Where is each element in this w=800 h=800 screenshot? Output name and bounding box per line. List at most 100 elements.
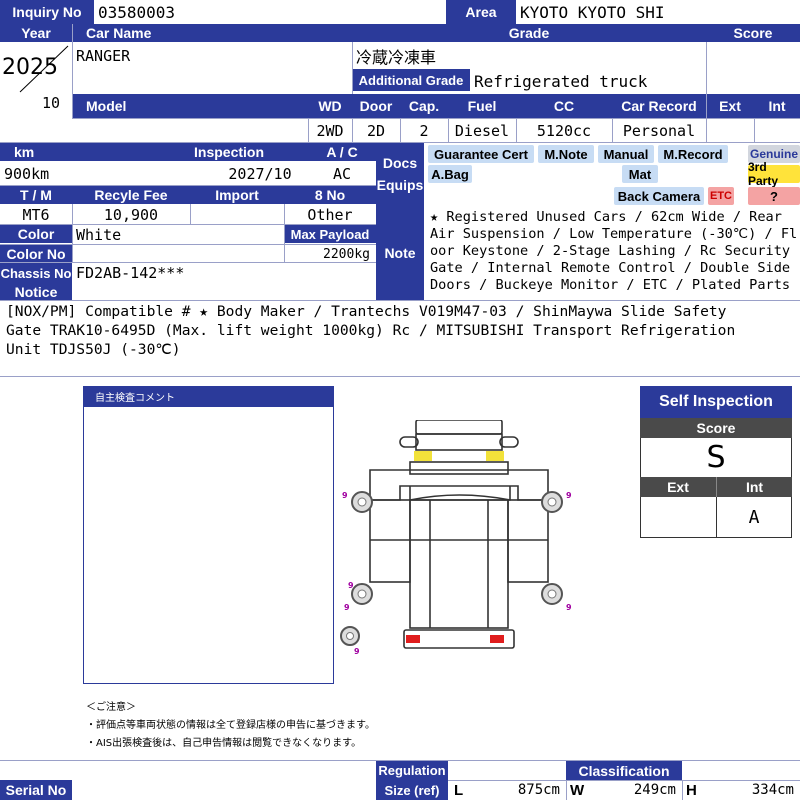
additional-grade-label: Additional Grade (352, 69, 470, 91)
notice-line: Unit TDJS50J (-30℃) (6, 341, 181, 358)
equip-guarantee-cert: Guarantee Cert (428, 145, 534, 163)
front-light-right-mark (486, 451, 504, 461)
month-value: 10 (42, 94, 61, 112)
h-value: 334cm (751, 782, 794, 798)
color-no-label: Color No (0, 245, 72, 263)
self-inspection-title: Self Inspection (640, 386, 792, 418)
note-line: Air Suspension / Low Temperature (-30℃) … (430, 226, 798, 242)
rear-light-left-mark (406, 635, 420, 643)
self-inspection-score: S (706, 439, 726, 475)
equip-a-bag: A.Bag (428, 165, 472, 183)
h-label: H (686, 781, 697, 799)
area-label: Area (446, 0, 516, 24)
grid-line (0, 142, 800, 143)
km-value: 900km (4, 165, 50, 183)
grid-line (284, 204, 285, 262)
wd-label: WD (308, 94, 352, 118)
model-label: Model (72, 94, 308, 118)
equip-manual: Manual (598, 145, 654, 163)
grid-line (566, 780, 567, 800)
grid-line (72, 204, 73, 262)
fuel-value: Diesel (454, 121, 510, 140)
self-comment-box (83, 406, 334, 684)
car-name-value: RANGER (76, 47, 131, 65)
tire-mark-text: 9 (344, 603, 350, 612)
caution-line-2: ・AIS出張検査後は、自己申告情報は閲覧できなくなります。 (86, 738, 362, 749)
year-slash (19, 45, 69, 93)
grid-line (612, 118, 613, 142)
notice-line: [NOX/PM] Compatible # ★ Body Maker / Tra… (6, 303, 727, 320)
note-line: Doors / Buckeye Monitor / ETC / Plated P… (430, 277, 791, 293)
grid-line (190, 204, 191, 224)
docs-label: Docs (382, 155, 418, 171)
car-name-label: Car Name (72, 24, 352, 42)
int-label: Int (754, 94, 800, 118)
self-inspection-int-label: Int (716, 477, 792, 497)
l-value: 875cm (517, 782, 560, 798)
grid-line (352, 118, 353, 142)
area-value: KYOTO KYOTO SHI (520, 2, 665, 22)
cc-label: CC (516, 94, 612, 118)
grid-line (0, 262, 376, 263)
note-line: ★ Registered Unused Cars / 62cm Wide / R… (430, 209, 782, 225)
grade-value: 冷蔵冷凍車 (356, 48, 437, 67)
self-inspection-ext-label: Ext (640, 477, 716, 497)
tire-mark-text: 9 (566, 491, 572, 500)
equip-3rd-party: 3rd Party (748, 160, 800, 188)
door-label: Door (352, 94, 400, 118)
front-light-left-mark (414, 451, 432, 461)
ac-label: A / C (308, 143, 376, 161)
notice-label: Notice (0, 283, 72, 300)
ac-value: AC (332, 165, 352, 183)
cc-value: 5120cc (536, 121, 592, 140)
notice-divider (0, 300, 800, 301)
classification-label: Classification (566, 761, 682, 780)
note-text: ★ Registered Unused Cars / 62cm Wide / R… (430, 209, 800, 294)
l-label: L (454, 781, 464, 799)
inquiry-no-label: Inquiry No (0, 0, 94, 24)
grid-line (0, 224, 376, 225)
color-value: White (76, 226, 122, 244)
equips-label: Equips (376, 177, 424, 193)
self-inspection-ext (640, 497, 716, 537)
grid-line (0, 244, 376, 245)
grid-line (72, 24, 73, 118)
caution-line-1: ・評価点等車両状態の情報は全て登録店様の申告に基づきます。 (86, 720, 375, 731)
self-comment-title: 自主検査コメント (83, 386, 334, 406)
serial-no-label: Serial No (0, 780, 72, 800)
grid-line (352, 42, 353, 94)
grade-label: Grade (352, 24, 706, 42)
8no-label: 8 No (284, 186, 376, 204)
8no-value: Other (307, 206, 353, 224)
w-value: 249cm (633, 782, 676, 798)
notice-text: [NOX/PM] Compatible # ★ Body Maker / Tra… (6, 302, 800, 359)
grid-line (682, 780, 683, 800)
regulation-label: Regulation (376, 761, 448, 780)
equip-question: ? (748, 187, 800, 205)
size-label: Size (ref) (376, 780, 448, 800)
grid-line (448, 780, 800, 781)
note-label: Note (376, 205, 424, 300)
tire-mark-text: 9 (566, 603, 572, 612)
year-label: Year (0, 24, 72, 42)
cap-value: 2 (419, 121, 429, 140)
w-label: W (570, 781, 585, 799)
grid-line (448, 118, 449, 142)
self-inspection-score-label: Score (640, 418, 792, 438)
recycle-fee-value: 10,900 (103, 206, 159, 224)
equip-m-record: M.Record (658, 145, 728, 163)
equip-etc: ETC (708, 187, 734, 205)
caution-title: ＜ご注意＞ (86, 702, 136, 713)
tire-mark-text: 9 (354, 647, 360, 656)
grid-line (0, 185, 376, 186)
grid-line (754, 118, 755, 142)
door-value: 2D (366, 121, 386, 140)
rear-light-right-mark (490, 635, 504, 643)
tm-label: T / M (0, 186, 72, 204)
car-record-label: Car Record (612, 94, 706, 118)
ext-label: Ext (706, 94, 754, 118)
grid-line (72, 118, 800, 119)
tm-value: MT6 (22, 206, 50, 224)
chassis-no-value: FD2AB-142*** (76, 264, 185, 282)
import-label: Import (190, 186, 284, 204)
